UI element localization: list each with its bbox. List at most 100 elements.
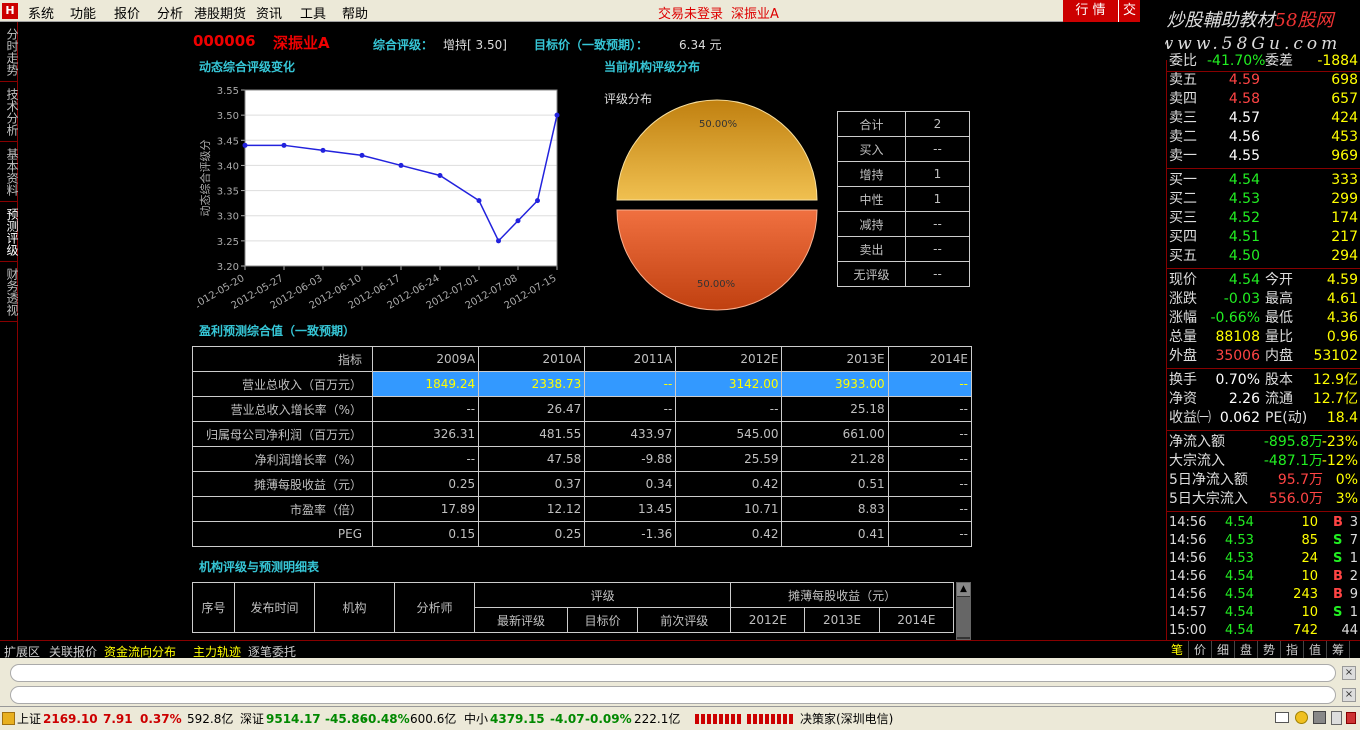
quote-panel-tab[interactable]: 值 (1304, 641, 1327, 659)
forecast-cell: 0.51 (781, 471, 889, 497)
quote-panel-tab[interactable]: 筹 (1327, 641, 1350, 659)
tool-icon[interactable] (1313, 711, 1326, 724)
quote-panel-tab[interactable]: 指 (1281, 641, 1304, 659)
buy-level[interactable]: 买一 4.54 333 (1167, 171, 1360, 190)
forecast-cell: -- (887, 421, 973, 447)
quote-panel-tab[interactable]: 盘 (1235, 641, 1258, 659)
forecast-cell: -- (887, 496, 973, 522)
sme-index-pct: -0.09% (585, 712, 632, 726)
rating-point (515, 218, 521, 224)
forecast-cell: -9.88 (584, 446, 677, 472)
section-rating-trend: 动态综合评级变化 (199, 60, 296, 74)
close-icon[interactable]: × (1342, 688, 1356, 702)
quote-row: 现价 4.54 今开 4.59 (1169, 272, 1358, 288)
forecast-cell: -- (887, 371, 973, 397)
server-name[interactable]: 决策家(深圳电信) (800, 708, 893, 730)
col-analyst: 分析师 (394, 582, 475, 633)
rating-count: -- (905, 211, 970, 237)
rating-point (437, 172, 443, 178)
tab-forecast-rating[interactable]: 预测评级 (0, 202, 19, 262)
tab-timeshare[interactable]: 分时走势 (0, 22, 19, 82)
menu-help[interactable]: 帮助 (342, 3, 368, 22)
forecast-cell: 21.28 (781, 446, 889, 472)
forecast-cell: 8.83 (781, 496, 889, 522)
rating-point (496, 238, 501, 244)
sh-index-amount: 592.8亿 (187, 712, 234, 726)
sz-index-change: -45.86 (325, 712, 368, 726)
lock-icon[interactable] (1331, 711, 1342, 725)
buy-level[interactable]: 买三 4.52 174 (1167, 209, 1360, 228)
forecast-cell: 归属母公司净利润（百万元） (192, 421, 373, 447)
quote-panel-tab[interactable]: 笔 (1166, 641, 1189, 659)
signal-bar-icon (695, 714, 741, 724)
quote-panel-tab[interactable]: 细 (1212, 641, 1235, 659)
sell-level[interactable]: 卖三 4.57 424 (1167, 109, 1360, 128)
signal-icon[interactable] (1346, 712, 1356, 724)
rating-type: 无评级 (837, 261, 906, 287)
sell-level[interactable]: 卖五 4.59 698 (1167, 71, 1360, 90)
menu-news[interactable]: 资讯 (256, 3, 282, 22)
detail-scrollbar[interactable]: ▲ (956, 582, 971, 640)
rating-count: 1 (905, 161, 970, 187)
forecast-row[interactable]: 营业总收入（百万元） 1849.24 2338.73 -- 3142.00 3933.00… (192, 371, 973, 397)
scroll-up-icon[interactable]: ▲ (957, 583, 970, 596)
app-logo-icon: H (2, 3, 18, 19)
fund-flow-row: 净流入额 -895.8万 -23% (1169, 434, 1358, 450)
input-bar-1[interactable] (10, 664, 1336, 682)
forecast-row[interactable]: 摊薄每股收益（元） 0.25 0.37 0.34 0.42 0.51 -- (192, 471, 973, 497)
pie-bottom-pct: 50.00% (697, 279, 736, 290)
plot-area (245, 90, 557, 266)
rating-row: 合计 2 (837, 111, 970, 137)
menu-hk-futures[interactable]: 港股期货 (194, 3, 246, 22)
sell-level[interactable]: 卖一 4.55 969 (1167, 147, 1360, 166)
tab-fundamentals[interactable]: 基本资料 (0, 142, 19, 202)
menu-function[interactable]: 功能 (70, 3, 96, 22)
forecast-cell: -- (371, 396, 480, 422)
pie-slice-top (616, 99, 818, 201)
sh-index-value[interactable]: 2169.10 (43, 708, 98, 730)
trade-login-status[interactable]: 交易未登录 (658, 3, 723, 22)
input-bar-2[interactable] (10, 686, 1336, 704)
trade-stock-name[interactable]: 深振业A (731, 3, 779, 22)
forecast-row[interactable]: 营业总收入增长率（%） -- 26.47 -- -- 25.18 -- (192, 396, 973, 422)
quote-button[interactable]: 行 情 (1063, 0, 1118, 22)
menu-system[interactable]: 系统 (28, 3, 54, 22)
tab-financials[interactable]: 财务透视 (0, 262, 19, 322)
forecast-row[interactable]: PEG 0.15 0.25 -1.36 0.42 0.41 -- (192, 521, 973, 547)
quote-panel-tab[interactable]: 价 (1189, 641, 1212, 659)
earnings-forecast-table: 指标 2009A 2010A 2011A 2012E 2013E 2014E 营业总收入（百万… (192, 346, 973, 547)
buy-level[interactable]: 买二 4.53 299 (1167, 190, 1360, 209)
sell-level[interactable]: 卖四 4.58 657 (1167, 90, 1360, 109)
folder-icon[interactable] (2, 712, 15, 725)
buy-level[interactable]: 买四 4.51 217 (1167, 228, 1360, 247)
forecast-row[interactable]: 归属母公司净利润（百万元） 326.31 481.55 433.97 545.00 661… (192, 421, 973, 447)
forecast-cell: -- (887, 521, 973, 547)
forecast-row[interactable]: 市盈率（倍） 17.89 12.12 13.45 10.71 8.83 -- (192, 496, 973, 522)
section-earnings-forecast: 盈利预测综合值（一致预期） (199, 324, 356, 338)
buy-level[interactable]: 买五 4.50 294 (1167, 247, 1360, 266)
sh-index-label: 上证 (17, 712, 42, 726)
menu-quote[interactable]: 报价 (114, 3, 140, 22)
forecast-cell: 0.25 (478, 521, 586, 547)
sz-index-amount: 600.6亿 (410, 712, 457, 726)
menu-analysis[interactable]: 分析 (157, 3, 183, 22)
rating-label: 综合评级： (373, 38, 434, 52)
scroll-thumb[interactable] (957, 597, 970, 637)
col-eps-2014: 2014E (878, 607, 955, 633)
sz-index-pct: -0.48% (363, 712, 410, 726)
close-icon[interactable]: × (1342, 666, 1356, 680)
rating-point (359, 152, 365, 158)
trade-button[interactable]: 交 (1118, 0, 1140, 22)
sz-index-value[interactable]: 9514.17 (266, 708, 321, 730)
tab-technical[interactable]: 技术分析 (0, 82, 19, 142)
quote-panel-tab[interactable]: 势 (1258, 641, 1281, 659)
forecast-row[interactable]: 净利润增长率（%） -- 47.58 -9.88 25.59 21.28 -- (192, 446, 973, 472)
menu-tools[interactable]: 工具 (300, 3, 326, 22)
sell-level[interactable]: 卖二 4.56 453 (1167, 128, 1360, 147)
smile-icon[interactable] (1295, 711, 1308, 724)
forecast-cell: 0.42 (675, 471, 783, 497)
institution-detail-table: 序号 发布时间 机构 分析师 评级 摊薄每股收益（元） 最新评级 目标价 前次评… (192, 582, 955, 633)
tick-row: 14:56 4.54 10 B 2 (1169, 569, 1358, 584)
mail-icon[interactable] (1275, 712, 1289, 723)
sme-index-value[interactable]: 4379.15 (490, 708, 545, 730)
